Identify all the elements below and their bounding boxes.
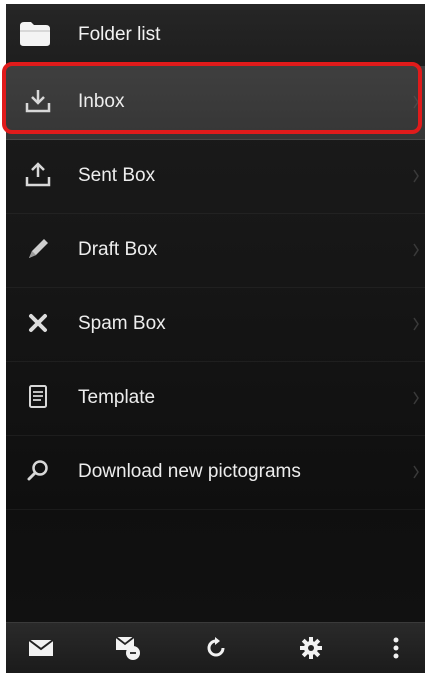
menu-item-inbox[interactable]: Inbox xyxy=(6,66,425,140)
chevron-right-icon xyxy=(413,95,419,109)
refresh-icon xyxy=(207,637,225,657)
overflow-menu-button[interactable] xyxy=(366,623,425,673)
search-icon xyxy=(27,460,48,481)
chevron-right-icon xyxy=(413,243,419,257)
page-title: Folder list xyxy=(78,24,161,45)
settings-button[interactable] xyxy=(281,623,341,673)
mail-icon xyxy=(28,639,54,656)
sent-upload-icon xyxy=(25,162,51,187)
more-vert-icon xyxy=(393,637,399,659)
menu-item-label: Spam Box xyxy=(78,313,166,334)
document-icon xyxy=(29,385,47,408)
mail-button[interactable] xyxy=(11,623,71,673)
folder-menu: Inbox Sent Box Draft Box Spam Box Templa… xyxy=(6,66,425,510)
compose-mail-icon xyxy=(115,636,140,660)
x-cross-icon xyxy=(29,314,47,332)
compose-mail-button[interactable] xyxy=(98,623,158,673)
menu-item-draft-box[interactable]: Draft Box xyxy=(6,214,425,288)
chevron-right-icon xyxy=(413,465,419,479)
menu-item-sent-box[interactable]: Sent Box xyxy=(6,140,425,214)
folder-list-icon xyxy=(20,22,50,46)
inbox-download-icon xyxy=(25,90,51,113)
pencil-icon xyxy=(29,239,48,258)
menu-item-label: Draft Box xyxy=(78,239,158,260)
menu-item-label: Template xyxy=(78,387,156,408)
chevron-right-icon xyxy=(413,169,419,183)
menu-item-label: Inbox xyxy=(78,91,125,112)
menu-item-spam-box[interactable]: Spam Box xyxy=(6,288,425,362)
gear-icon xyxy=(300,637,322,659)
chevron-right-icon xyxy=(413,391,419,405)
refresh-button[interactable] xyxy=(186,623,246,673)
menu-item-download-pictograms[interactable]: Download new pictograms xyxy=(6,436,425,510)
menu-item-label: Sent Box xyxy=(78,165,156,186)
bottom-action-bar xyxy=(6,622,425,673)
header: Folder list xyxy=(6,4,425,67)
chevron-right-icon xyxy=(413,317,419,331)
menu-item-label: Download new pictograms xyxy=(78,461,301,482)
phone-screen: Folder list Inbox Sent Box Draft Box Spa… xyxy=(6,4,425,673)
menu-item-template[interactable]: Template xyxy=(6,362,425,436)
